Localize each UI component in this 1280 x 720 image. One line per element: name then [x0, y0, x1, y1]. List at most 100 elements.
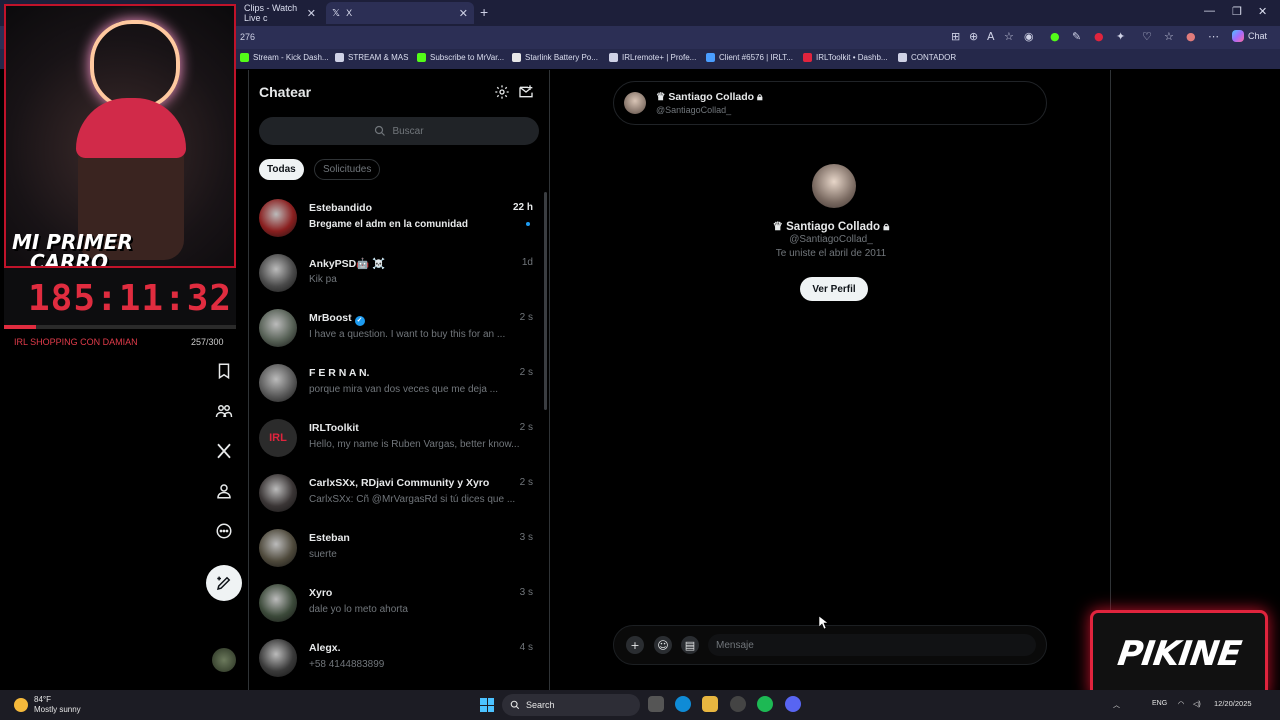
- tab-x[interactable]: 𝕏 X ✕: [326, 2, 474, 24]
- bookmark-favicon-icon: [335, 53, 344, 62]
- conversation-item[interactable]: Xyro dale yo lo meto ahorta 3 s: [249, 575, 545, 630]
- x-logo-icon: 𝕏: [332, 7, 341, 19]
- conversation-time: 2 s: [519, 312, 533, 323]
- taskbar-search[interactable]: Search: [502, 694, 640, 716]
- message-input[interactable]: [708, 634, 1036, 656]
- subathon-timer: 185:11:32: [28, 278, 233, 319]
- view-profile-button[interactable]: Ver Perfil: [800, 277, 868, 301]
- volume-icon[interactable]: ◁): [1193, 700, 1201, 708]
- task-view-icon[interactable]: [648, 696, 664, 712]
- lock-icon: 🔒︎: [883, 221, 890, 233]
- conversation-time: 2 s: [519, 477, 533, 488]
- discord-icon[interactable]: [785, 696, 801, 712]
- windows-start-icon[interactable]: [480, 698, 494, 712]
- spotify-icon[interactable]: [757, 696, 773, 712]
- conversation-pane: ♛ Santiago Collado 🔒︎ @SantiagoCollad_ ♛…: [551, 70, 1111, 690]
- extension-icon[interactable]: ●: [1050, 30, 1060, 43]
- page-title: Chatear: [259, 84, 312, 100]
- neon-sign: [90, 20, 180, 110]
- copilot-chat-button[interactable]: Chat: [1232, 30, 1267, 42]
- tray-chevron-icon[interactable]: ︿: [1113, 700, 1120, 710]
- list-scrollbar[interactable]: [544, 192, 547, 410]
- restore-icon[interactable]: ❐: [1232, 5, 1242, 18]
- apps-icon[interactable]: ⊞: [951, 30, 960, 43]
- bookmark-item[interactable]: IRLToolkit • Dashb...: [803, 53, 888, 62]
- minimize-icon[interactable]: —: [1204, 5, 1215, 17]
- bookmark-item[interactable]: CONTADOR: [898, 53, 956, 62]
- compose-post-button[interactable]: [206, 565, 242, 601]
- emoji-icon[interactable]: ☺: [654, 636, 672, 654]
- conversation-item[interactable]: AnkyPSD🤖 ☠️ Kik pa 1d: [249, 245, 545, 300]
- conversation-item[interactable]: Estebandido Bregame el adm en la comunida…: [249, 190, 545, 245]
- settings-gear-icon[interactable]: [494, 84, 510, 100]
- account-avatar[interactable]: [212, 648, 236, 672]
- conversation-name-text: Estebandido: [309, 202, 373, 214]
- bookmark-item[interactable]: Stream - Kick Dash...: [240, 53, 329, 62]
- bookmark-item[interactable]: Subscribe to MrVar...: [417, 53, 504, 62]
- extension-icon[interactable]: ✎: [1072, 30, 1081, 43]
- edge-icon[interactable]: [675, 696, 691, 712]
- obs-icon[interactable]: [730, 696, 746, 712]
- conversation-preview: Bregame el adm en la comunidad: [309, 219, 468, 230]
- language-indicator[interactable]: ENG: [1152, 700, 1167, 707]
- add-attachment-icon[interactable]: +: [626, 636, 644, 654]
- gif-icon[interactable]: ▤: [681, 636, 699, 654]
- conversation-preview: I have a question. I want to buy this fo…: [309, 329, 506, 340]
- zoom-icon[interactable]: ⊕: [969, 30, 978, 43]
- extension-icon[interactable]: ●: [1094, 30, 1104, 43]
- filter-requests-tab[interactable]: Solicitudes: [314, 159, 381, 180]
- url-field[interactable]: 276: [240, 32, 255, 42]
- new-tab-button[interactable]: +: [480, 4, 488, 20]
- favorite-star-icon[interactable]: ☆: [1004, 30, 1014, 43]
- extension-icon[interactable]: ◉: [1024, 30, 1034, 43]
- file-explorer-icon[interactable]: [702, 696, 718, 712]
- taskbar-clock[interactable]: 12/20/2025: [1214, 699, 1252, 708]
- weather-widget[interactable]: 84°F Mostly sunny: [14, 695, 81, 715]
- conversation-item[interactable]: F E R N A N. porque mira van dos veces qu…: [249, 355, 545, 410]
- bookmark-item[interactable]: Starlink Battery Po...: [512, 53, 598, 62]
- conversation-name-text: CarlxSXx, RDjavi Community y Xyro: [309, 477, 490, 489]
- conversation-time: 3 s: [519, 532, 533, 543]
- bookmark-item[interactable]: IRLremote+ | Profe...: [609, 53, 696, 62]
- extensions-icon[interactable]: ✦: [1116, 30, 1125, 43]
- conversation-name: Esteban: [309, 532, 350, 544]
- crown-icon: ♛: [656, 91, 666, 103]
- bookmark-favicon-icon: [706, 53, 715, 62]
- filter-all-tab[interactable]: Todas: [259, 159, 304, 180]
- favorites-icon[interactable]: ☆: [1164, 30, 1174, 43]
- more-menu-icon[interactable]: ⋯: [1208, 30, 1219, 43]
- tab-clips[interactable]: Clips - Watch Live c ✕: [238, 2, 322, 24]
- conversation-item[interactable]: MrBoost ✓ I have a question. I want to buy…: [249, 300, 545, 355]
- profile-icon[interactable]: ●: [1186, 30, 1196, 43]
- unread-dot-icon: [526, 222, 530, 226]
- avatar: [259, 364, 297, 402]
- search-placeholder: Buscar: [392, 125, 424, 137]
- new-message-icon[interactable]: [518, 84, 534, 100]
- conversation-item[interactable]: CarlxSXx, RDjavi Community y Xyro CarlxSX…: [249, 465, 545, 520]
- x-logo-icon[interactable]: [213, 440, 235, 462]
- conversation-item[interactable]: Alegx. +58 4144883899 4 s: [249, 630, 545, 685]
- bookmark-favicon-icon: [240, 53, 249, 62]
- profile-name-text: Santiago Collado: [786, 221, 881, 233]
- wifi-icon[interactable]: ◠: [1178, 700, 1184, 708]
- avatar: IRL: [259, 419, 297, 457]
- browser-essentials-icon[interactable]: ♡: [1142, 30, 1152, 43]
- bookmark-item[interactable]: Client #6576 | IRLT...: [706, 53, 793, 62]
- window-close-icon[interactable]: ✕: [1258, 5, 1267, 18]
- read-aloud-icon[interactable]: A: [987, 30, 995, 43]
- profile-handle: @SantiagoCollad_: [789, 234, 873, 245]
- bookmark-item[interactable]: STREAM & MAS: [335, 53, 408, 62]
- bookmark-label: STREAM & MAS: [348, 53, 409, 62]
- search-input[interactable]: Buscar: [259, 117, 539, 145]
- more-icon[interactable]: [213, 520, 235, 542]
- conversation-item[interactable]: Esteban suerte 3 s: [249, 520, 545, 575]
- close-tab-icon[interactable]: ✕: [459, 7, 468, 20]
- communities-icon[interactable]: [213, 400, 235, 422]
- conversation-header[interactable]: ♛ Santiago Collado 🔒︎ @SantiagoCollad_: [613, 81, 1047, 125]
- bookmark-icon[interactable]: [213, 360, 235, 382]
- conversation-time: 4 s: [519, 642, 533, 653]
- message-composer: + ☺ ▤: [613, 625, 1047, 665]
- conversation-item[interactable]: IRL IRLToolkit Hello, my name is Ruben Var…: [249, 410, 545, 465]
- profile-icon[interactable]: [213, 480, 235, 502]
- close-tab-icon[interactable]: ✕: [307, 7, 316, 20]
